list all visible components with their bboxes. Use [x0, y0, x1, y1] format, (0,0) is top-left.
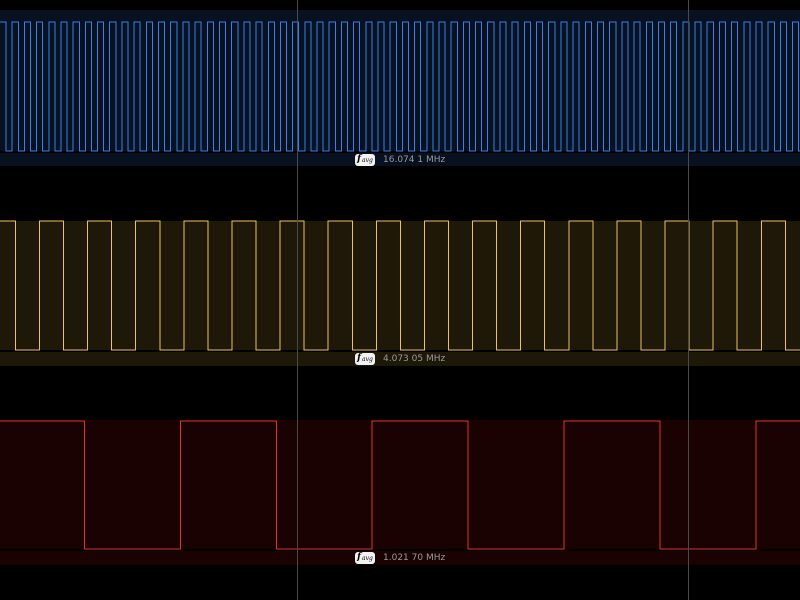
ch2-frequency-readout: f avg 4.073 05 MHz	[355, 352, 445, 365]
waveform-display[interactable]	[0, 0, 800, 600]
ch3-frequency-value: 1.021 70 MHz	[383, 552, 446, 563]
f-avg-badge-icon: f avg	[355, 352, 375, 365]
ch1-frequency-value: 16.074 1 MHz	[383, 154, 446, 165]
ch2-frequency-value: 4.073 05 MHz	[383, 353, 446, 364]
f-avg-badge-icon: f avg	[355, 153, 375, 166]
ch1-frequency-readout: f avg 16.074 1 MHz	[355, 153, 445, 166]
ch1-band	[0, 10, 800, 166]
f-avg-badge-icon: f avg	[355, 551, 375, 564]
ch3-band	[0, 420, 800, 565]
ch3-frequency-readout: f avg 1.021 70 MHz	[355, 551, 445, 564]
